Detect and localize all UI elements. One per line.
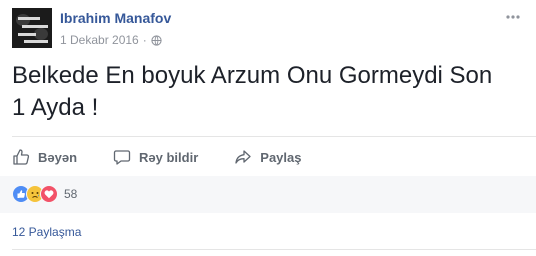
actions-divider xyxy=(12,136,536,137)
avatar-shape xyxy=(34,28,48,40)
more-options-icon[interactable] xyxy=(504,10,522,24)
avatar-shape xyxy=(18,17,40,20)
avatar-shape xyxy=(18,33,36,36)
author-name[interactable]: Ibrahim Manafov xyxy=(60,10,171,26)
avatar-shape xyxy=(22,25,48,28)
reactions-bar: 58 xyxy=(0,176,536,213)
share-arrow-icon xyxy=(235,150,251,164)
thumbs-up-icon xyxy=(13,149,30,165)
post-actions: Bəyən Rəy bildir Paylaş xyxy=(12,143,301,171)
comment-button[interactable]: Rəy bildir xyxy=(113,143,198,171)
reaction-icons[interactable] xyxy=(12,185,58,203)
reaction-count[interactable]: 58 xyxy=(64,187,77,201)
avatar-shape xyxy=(24,40,48,43)
globe-icon[interactable] xyxy=(151,34,162,46)
like-label: Bəyən xyxy=(38,149,78,165)
comment-label: Rəy bildir xyxy=(139,149,199,165)
author-avatar[interactable] xyxy=(12,8,52,48)
shares-divider xyxy=(12,249,536,250)
share-button[interactable]: Paylaş xyxy=(234,143,301,171)
share-label: Paylaş xyxy=(260,149,302,165)
post-date[interactable]: 1 Dekabr 2016 xyxy=(60,33,139,47)
meta-separator: · xyxy=(142,33,147,47)
love-reaction-icon xyxy=(40,185,58,203)
share-count-link[interactable]: 12 Paylaşma xyxy=(12,225,81,239)
post-header: Ibrahim Manafov 1 Dekabr 2016 · xyxy=(12,8,524,48)
post-meta: 1 Dekabr 2016 · xyxy=(60,33,162,47)
post-text: Belkede En boyuk Arzum Onu Gormeydi Son … xyxy=(12,62,493,121)
like-button[interactable]: Bəyən xyxy=(12,143,77,171)
comment-icon xyxy=(113,150,131,165)
